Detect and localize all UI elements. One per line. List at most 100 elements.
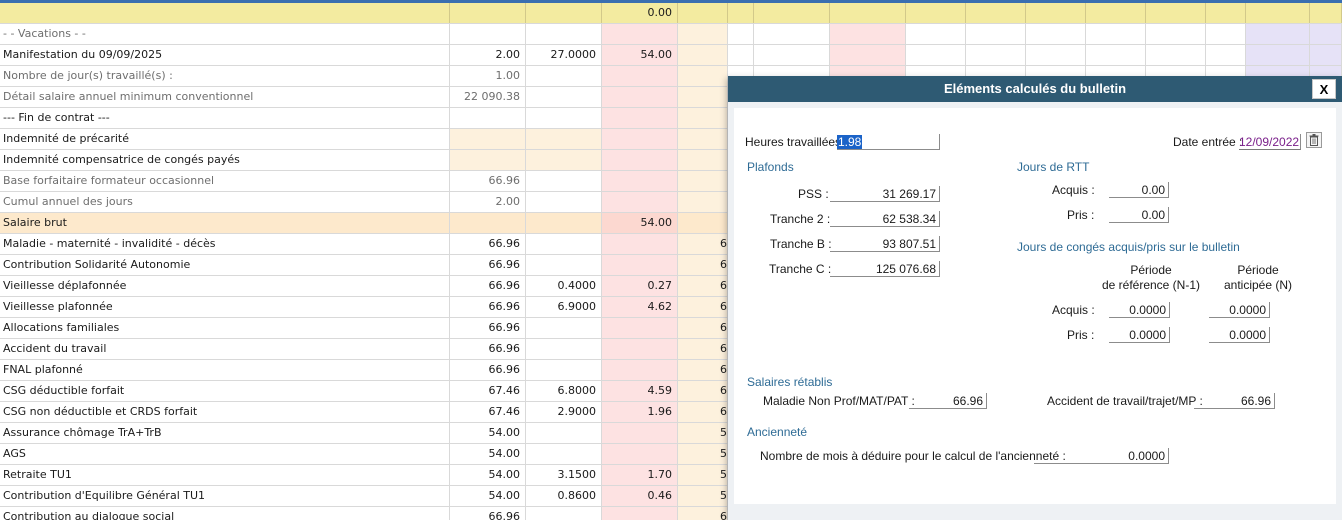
header-cell-extra [966, 3, 1026, 23]
grid-cell-base: 66.96 [450, 339, 526, 359]
grid-cell-trunc: 6 [678, 360, 728, 380]
grid-cell-taux [526, 318, 602, 338]
tranche2-field[interactable]: 62 538.34 [830, 211, 940, 227]
grid-cell-trunc: 5 [678, 486, 728, 506]
header-cell-extra [1146, 3, 1206, 23]
grid-cell-gain [602, 507, 678, 520]
header-cell-extra [1206, 3, 1246, 23]
grid-cell-label: Allocations familiales [0, 318, 450, 338]
grid-cell-base: 22 090.38 [450, 87, 526, 107]
grid-cell-gain [602, 339, 678, 359]
grid-cell-base: 66.96 [450, 360, 526, 380]
grid-cell-label: Cumul annuel des jours [0, 192, 450, 212]
conges-acquis-ant-field[interactable]: 0.0000 [1209, 302, 1270, 318]
anciennete-title: Ancienneté [747, 425, 808, 439]
rtt-pris-field[interactable]: 0.00 [1109, 207, 1169, 223]
grid-cell-taux: 6.9000 [526, 297, 602, 317]
grid-cell-base [450, 129, 526, 149]
grid-cell-trunc: 6 [678, 339, 728, 359]
accident-field[interactable]: 66.96 [1194, 393, 1275, 409]
conges-acquis-ref-field[interactable]: 0.0000 [1109, 302, 1170, 318]
grid-cell-taux: 0.8600 [526, 486, 602, 506]
grid-row[interactable]: - - Vacations - - [0, 24, 1342, 45]
grid-cell-label: Base forfaitaire formateur occasionnel [0, 171, 450, 191]
grid-cell-label: Maladie - maternité - invalidité - décès [0, 234, 450, 254]
anciennete-label: Nombre de mois à déduire pour le calcul … [760, 449, 1066, 463]
clear-date-button[interactable] [1306, 132, 1322, 148]
date-entree-label: Date entrée : [1173, 135, 1243, 149]
grid-cell-taux [526, 192, 602, 212]
calculated-elements-dialog: Eléments calculés du bulletin X Heures t… [728, 76, 1342, 520]
grid-cell-extra [1310, 24, 1342, 44]
grid-cell-base: 66.96 [450, 276, 526, 296]
grid-cell-trunc [678, 108, 728, 128]
rtt-acquis-label: Acquis : [1052, 183, 1095, 197]
header-cell-gain: 0.00 [602, 3, 678, 23]
grid-cell-extra [906, 24, 966, 44]
grid-row[interactable]: Manifestation du 09/09/2025 2.00 27.0000 54… [0, 45, 1342, 66]
grid-cell-gain [602, 129, 678, 149]
header-cell-base [450, 3, 526, 23]
grid-cell-label: Accident du travail [0, 339, 450, 359]
header-cell-extra [728, 3, 754, 23]
date-entree-field[interactable]: 12/09/2022 [1239, 134, 1301, 150]
grid-cell-taux: 0.4000 [526, 276, 602, 296]
grid-cell-base: 66.96 [450, 255, 526, 275]
grid-cell-taux [526, 24, 602, 44]
trancheC-field[interactable]: 125 076.68 [830, 261, 940, 277]
grid-cell-extra [728, 45, 754, 65]
grid-cell-trunc: 6 [678, 297, 728, 317]
conges-pris-ref-field[interactable]: 0.0000 [1109, 327, 1170, 343]
grid-cell-taux [526, 507, 602, 520]
grid-cell-base: 54.00 [450, 486, 526, 506]
grid-cell-label: Indemnité de précarité [0, 129, 450, 149]
grid-cell-trunc [678, 129, 728, 149]
grid-cell-label: Salaire brut [0, 213, 450, 233]
grid-cell-trunc [678, 192, 728, 212]
col-ant-line1: Période [1237, 263, 1279, 277]
grid-cell-label: CSG déductible forfait [0, 381, 450, 401]
grid-cell-taux: 2.9000 [526, 402, 602, 422]
grid-cell-base: 66.96 [450, 234, 526, 254]
grid-cell-label: Manifestation du 09/09/2025 [0, 45, 450, 65]
grid-cell-trunc: 5 [678, 423, 728, 443]
grid-cell-extra [1086, 24, 1146, 44]
grid-cell-gain: 0.27 [602, 276, 678, 296]
header-cell-trunc [678, 3, 728, 23]
header-cell-extra [906, 3, 966, 23]
maladie-field[interactable]: 66.96 [909, 393, 987, 409]
grid-cell-trunc [678, 87, 728, 107]
grid-cell-trunc: 6 [678, 318, 728, 338]
anciennete-field[interactable]: 0.0000 [1034, 448, 1169, 464]
grid-cell-gain [602, 87, 678, 107]
grid-cell-label: Vieillesse plafonnée [0, 297, 450, 317]
grid-cell-trunc [678, 24, 728, 44]
trancheC-label: Tranche C : [769, 262, 832, 276]
grid-cell-base: 67.46 [450, 402, 526, 422]
heures-field[interactable]: 1.98 [837, 134, 940, 150]
grid-cell-label: - - Vacations - - [0, 24, 450, 44]
trancheB-field[interactable]: 93 807.51 [830, 236, 940, 252]
grid-cell-taux [526, 171, 602, 191]
grid-cell-label: AGS [0, 444, 450, 464]
grid-cell-gain [602, 318, 678, 338]
grid-cell-extra [1206, 24, 1246, 44]
grid-cell-gain: 54.00 [602, 45, 678, 65]
grid-cell-taux [526, 87, 602, 107]
grid-cell-extra [1246, 45, 1310, 65]
rtt-acquis-field[interactable]: 0.00 [1109, 182, 1169, 198]
close-button[interactable]: X [1312, 79, 1336, 99]
header-cell-extra [1246, 3, 1310, 23]
grid-cell-taux [526, 150, 602, 170]
salaires-title: Salaires rétablis [747, 375, 833, 389]
header-cell-extra [830, 3, 906, 23]
grid-cell-label: Contribution au dialogue social [0, 507, 450, 520]
pss-field[interactable]: 31 269.17 [830, 186, 940, 202]
dialog-title: Eléments calculés du bulletin [728, 76, 1342, 102]
conges-pris-ant-field[interactable]: 0.0000 [1209, 327, 1270, 343]
grid-cell-taux [526, 66, 602, 86]
grid-cell-label: Vieillesse déplafonnée [0, 276, 450, 296]
grid-cell-extra [830, 24, 906, 44]
grid-cell-base: 66.96 [450, 171, 526, 191]
grid-cell-trunc: 6 [678, 402, 728, 422]
